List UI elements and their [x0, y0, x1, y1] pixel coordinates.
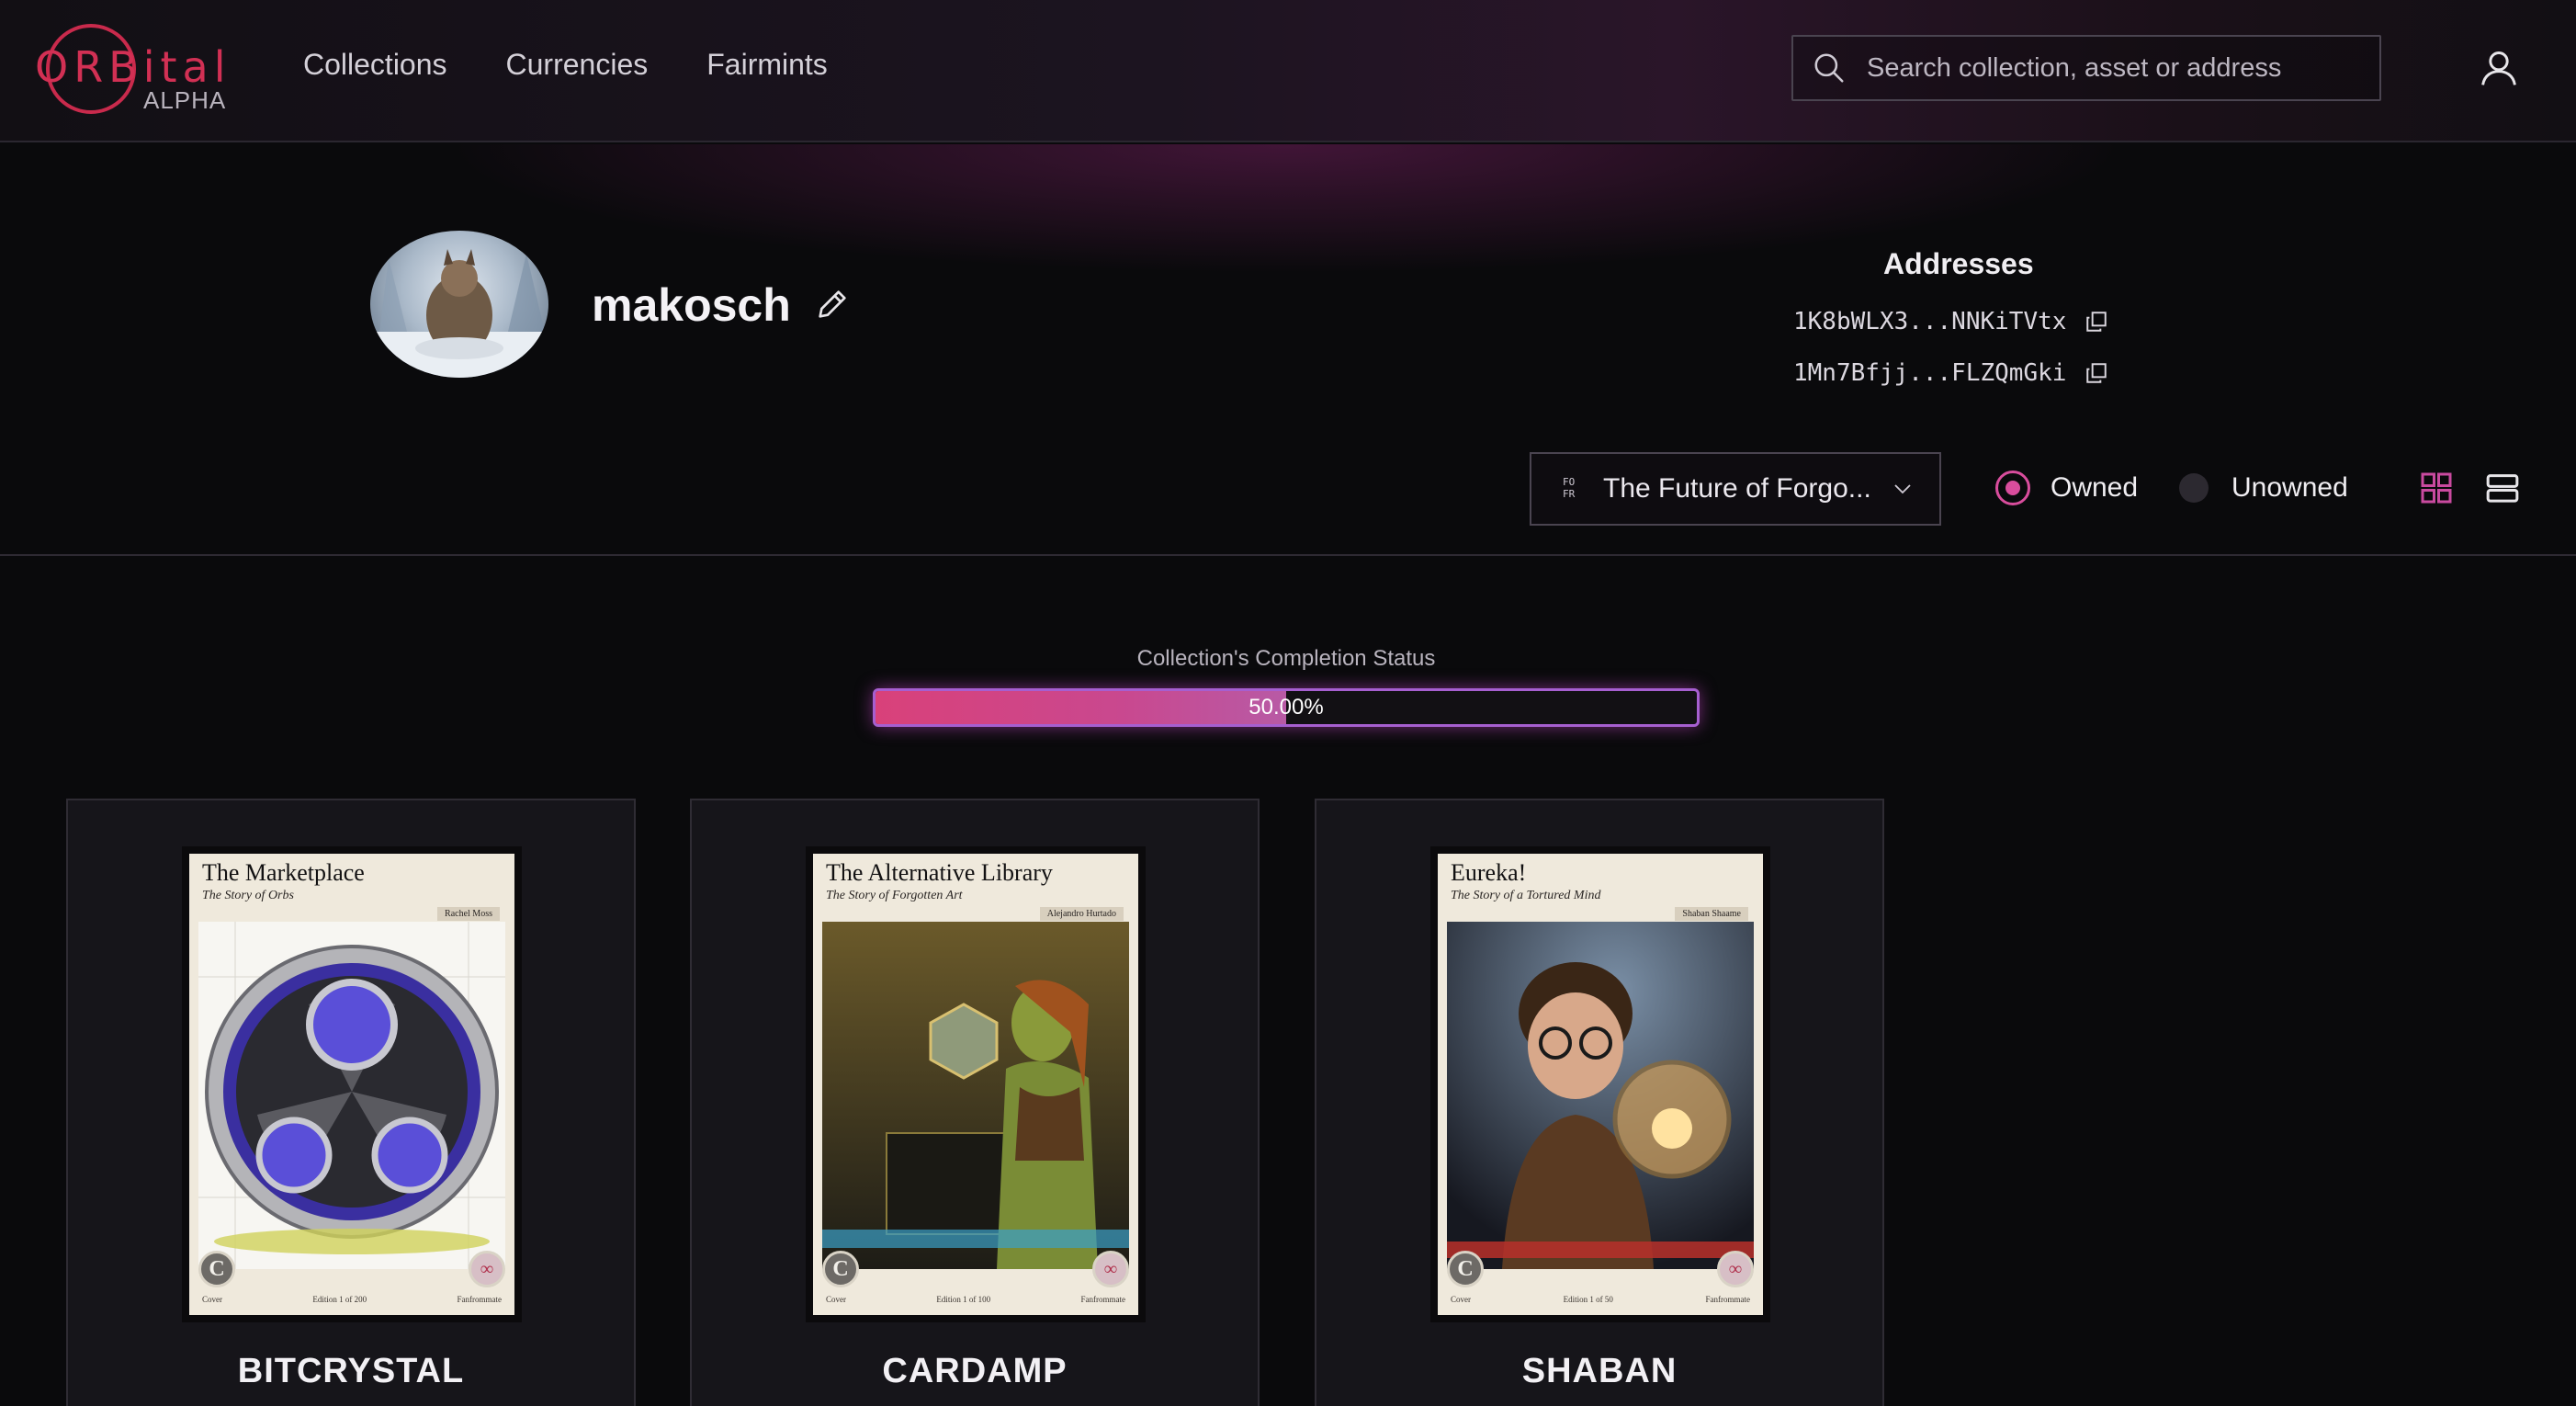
avatar — [370, 231, 548, 378]
card-emblem-coin: ∞ — [469, 1251, 505, 1287]
card-footer: Cover Edition 1 of 100 Fanfrommate — [826, 1289, 1125, 1310]
card-edition: Edition 1 of 50 — [1563, 1295, 1613, 1304]
avatar-wolf-image — [370, 249, 548, 378]
card-artist: Shaban Shaame — [1675, 907, 1748, 921]
card-art-subtitle: The Story of Forgotten Art — [826, 889, 963, 902]
card-publisher: Fanfrommate — [457, 1295, 503, 1304]
completion-progress-bar: 50.00% — [873, 688, 1700, 727]
card-rarity-text: Cover — [1451, 1295, 1471, 1304]
card-art-title: Eureka! — [1451, 859, 1527, 886]
username-heading: makosch — [592, 279, 791, 331]
library-scene-image — [822, 922, 1129, 1278]
card-tile[interactable]: The Marketplace The Story of Orbs Rachel… — [66, 799, 636, 1406]
search-icon — [1814, 53, 1844, 83]
card-rarity-coin: C — [1447, 1251, 1484, 1287]
card-artwork: The Marketplace The Story of Orbs Rachel… — [182, 846, 522, 1322]
nav-currencies[interactable]: Currencies — [506, 48, 649, 82]
top-navigation-bar: ORBital ALPHA Collections Currencies Fai… — [0, 0, 2576, 142]
card-edition: Edition 1 of 200 — [312, 1295, 367, 1304]
collection-dropdown[interactable]: FO FR The Future of Forgo... — [1530, 452, 1941, 526]
card-emblem-coin: ∞ — [1717, 1251, 1754, 1287]
app-root: ORBital ALPHA Collections Currencies Fai… — [0, 0, 2576, 1406]
card-artist: Rachel Moss — [437, 907, 500, 921]
orbital-logo[interactable]: ORBital ALPHA — [35, 22, 237, 123]
card-publisher: Fanfrommate — [1080, 1295, 1126, 1304]
card-frame: The Alternative Library The Story of For… — [813, 854, 1138, 1315]
main-nav: Collections Currencies Fairmints — [303, 48, 828, 82]
collection-badge-line: FR — [1563, 488, 1576, 500]
card-publisher: Fanfrommate — [1705, 1295, 1751, 1304]
collection-dropdown-value: The Future of Forgo... — [1603, 473, 1871, 504]
card-art-subtitle: The Story of Orbs — [202, 889, 294, 902]
search-box — [1791, 35, 2381, 101]
card-rarity-text: Cover — [202, 1295, 222, 1304]
card-frame: The Marketplace The Story of Orbs Rachel… — [189, 854, 514, 1315]
owned-radio-button[interactable] — [1995, 471, 2030, 505]
card-rarity-coin: C — [198, 1251, 235, 1287]
card-rarity-coin: C — [822, 1251, 859, 1287]
card-footer: Cover Edition 1 of 50 Fanfrommate — [1451, 1289, 1750, 1310]
list-view-icon[interactable] — [2484, 470, 2521, 506]
chevron-down-icon — [1894, 484, 1911, 494]
completion-label: Collection's Completion Status — [1136, 646, 1436, 671]
copy-icon[interactable] — [2085, 361, 2108, 385]
search-input[interactable] — [1867, 37, 2379, 99]
edit-pencil-icon[interactable] — [814, 286, 851, 323]
collection-main: Collection's Completion Status 50.00% Th… — [0, 558, 2576, 1406]
address-row: 1K8bWLX3...NNKiTVtx — [1793, 308, 2108, 335]
boy-inventor-image — [1447, 922, 1754, 1278]
card-asset-name: CARDAMP — [882, 1352, 1068, 1390]
card-art-subtitle: The Story of a Tortured Mind — [1451, 889, 1601, 902]
orb-emblem-image — [198, 922, 505, 1278]
nav-collections[interactable]: Collections — [303, 48, 447, 82]
unowned-radio-button[interactable] — [2179, 473, 2209, 503]
address-value: 1Mn7Bfjj...FLZQmGki — [1793, 359, 2067, 387]
address-value: 1K8bWLX3...NNKiTVtx — [1793, 308, 2067, 335]
owned-radio-label: Owned — [2051, 472, 2139, 503]
card-tile[interactable]: The Alternative Library The Story of For… — [690, 799, 1260, 1406]
card-tile[interactable]: Eureka! The Story of a Tortured Mind Sha… — [1315, 799, 1884, 1406]
grid-view-icon[interactable] — [2418, 470, 2455, 506]
card-art-title: The Alternative Library — [826, 859, 1053, 886]
unowned-radio-option[interactable]: Unowned — [2176, 471, 2348, 505]
card-emblem-coin: ∞ — [1092, 1251, 1129, 1287]
completion-percent: 50.00% — [1248, 695, 1324, 720]
card-footer: Cover Edition 1 of 200 Fanfrommate — [202, 1289, 502, 1310]
card-frame: Eureka! The Story of a Tortured Mind Sha… — [1438, 854, 1763, 1315]
user-profile-icon[interactable] — [2479, 48, 2519, 88]
addresses-title: Addresses — [1883, 247, 2034, 280]
logo-wordmark: ORBital — [35, 42, 232, 92]
card-edition: Edition 1 of 100 — [936, 1295, 991, 1304]
card-artist: Alejandro Hurtado — [1039, 907, 1124, 921]
card-art-title: The Marketplace — [202, 859, 365, 886]
address-row: 1Mn7Bfjj...FLZQmGki — [1793, 359, 2108, 387]
card-asset-name: BITCRYSTAL — [237, 1352, 465, 1390]
card-artwork: Eureka! The Story of a Tortured Mind Sha… — [1430, 846, 1770, 1322]
copy-icon[interactable] — [2085, 310, 2108, 334]
unowned-radio-label: Unowned — [2231, 472, 2348, 503]
collection-badge-line: FO — [1563, 476, 1576, 488]
card-artwork: The Alternative Library The Story of For… — [806, 846, 1146, 1322]
logo-alpha-tag: ALPHA — [143, 86, 227, 114]
collection-badge-icon: FO FR — [1563, 476, 1587, 502]
profile-header: makosch Addresses 1K8bWLX3...NNKiTVtx 1M… — [0, 144, 2576, 556]
owned-radio-option[interactable]: Owned — [1995, 471, 2138, 505]
nav-fairmints[interactable]: Fairmints — [706, 48, 828, 82]
card-rarity-text: Cover — [826, 1295, 846, 1304]
card-asset-name: SHABAN — [1521, 1352, 1678, 1390]
